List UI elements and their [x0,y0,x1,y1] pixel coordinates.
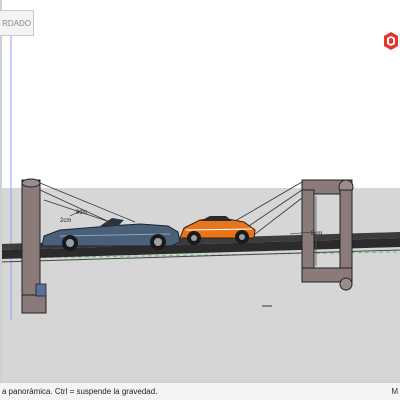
car-left-front-rim [154,238,162,246]
bridge-scene[interactable]: 8cm 2cm 8cm [0,0,400,382]
car-left-rear-rim [66,239,74,247]
car-right-rear-rim [191,235,197,241]
left-tower-base [21,294,47,314]
car-right-front-rim [239,234,245,240]
left-tower-reflection [35,283,47,297]
scene-tab[interactable]: RDADO [0,10,34,36]
status-measurements-label: M [391,387,398,396]
car-right-windows [200,216,232,221]
sketchup-logo-icon [384,32,398,50]
status-bar: a panorámica. Ctrl = suspende la graveda… [0,382,400,400]
3d-viewport[interactable]: 8cm 2cm 8cm RDADO [0,0,400,382]
dim-label-2: 2cm [60,218,71,224]
left-tower-cap [21,178,41,188]
dim-label-1: 8cm [76,210,87,216]
viewport-left-border [0,0,2,382]
dim-label-3: 8cm [311,231,322,237]
status-hint: a panorámica. Ctrl = suspende la graveda… [2,387,158,396]
right-tower-foot [339,277,353,291]
